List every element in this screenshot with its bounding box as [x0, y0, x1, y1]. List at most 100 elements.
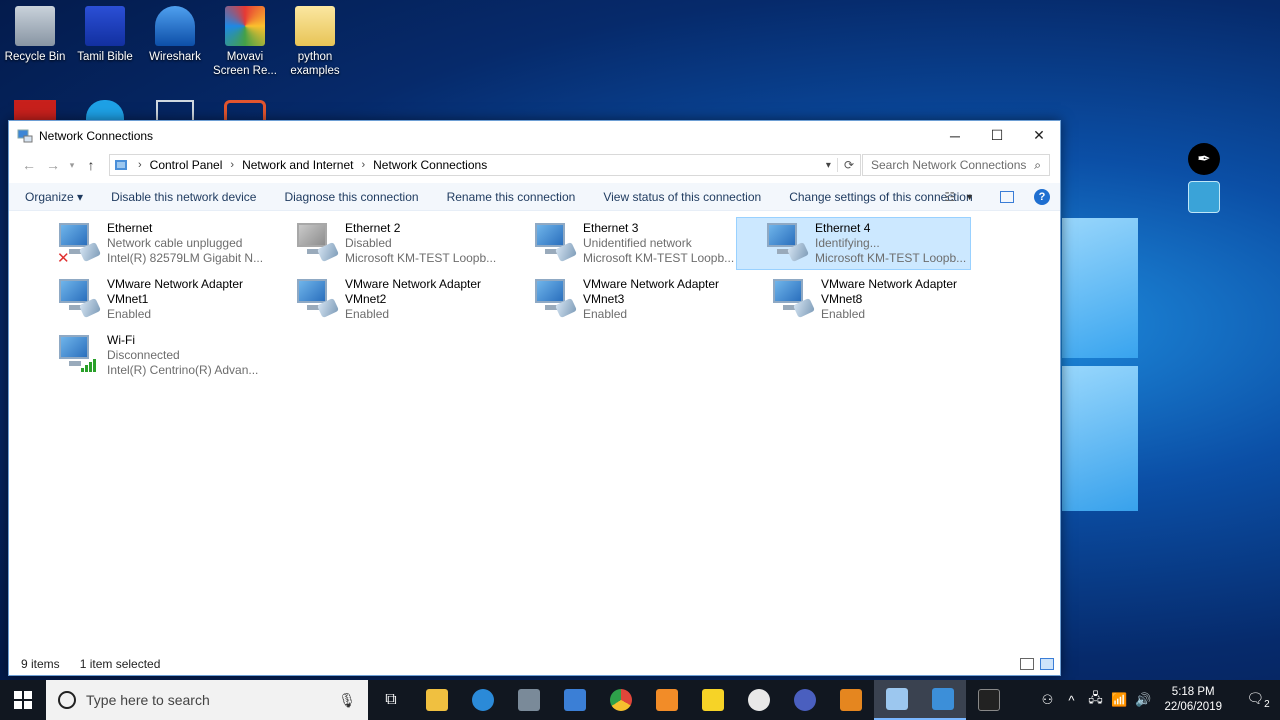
virtualbox-icon[interactable] — [828, 680, 874, 720]
desktop-icon-partial-4[interactable] — [224, 100, 266, 120]
connection-vmnet2[interactable]: VMware Network Adapter VMnet2 Enabled — [289, 274, 524, 327]
breadcrumb-separator: › — [138, 159, 142, 171]
desktop-icon-label: Wireshark — [149, 51, 201, 63]
search-input[interactable]: Search Network Connections ⌕ — [862, 154, 1050, 176]
network-app-icon[interactable] — [874, 680, 920, 720]
ethernet-disconnected-icon: ✕ — [57, 221, 102, 267]
connection-status: Network cable unplugged — [107, 236, 243, 250]
organize-button[interactable]: Organize ▾ — [25, 190, 83, 204]
connection-device: Intel(R) Centrino(R) Advan... — [107, 363, 259, 377]
people-icon[interactable]: ⚇ — [1036, 692, 1058, 708]
edge-icon[interactable] — [460, 680, 506, 720]
desktop-icon-movavi[interactable]: Movavi Screen Re... — [210, 0, 280, 78]
diagnose-button[interactable]: Diagnose this connection — [284, 190, 418, 204]
volume-icon[interactable]: 🔊 — [1132, 692, 1154, 708]
ethernet-icon — [765, 221, 810, 267]
network-connections-window: Network Connections ─ ☐ ✕ ← → ▾ ↑ › Cont… — [8, 120, 1061, 676]
cmd-icon[interactable] — [966, 680, 1012, 720]
minimize-button[interactable]: ─ — [934, 121, 976, 150]
connection-name-line2: VMnet1 — [107, 292, 149, 306]
inkscape-icon[interactable] — [736, 680, 782, 720]
notification-center-icon[interactable]: 🗨2 — [1236, 680, 1280, 720]
photos-icon[interactable] — [506, 680, 552, 720]
connection-ethernet-2[interactable]: Ethernet 2 Disabled Microsoft KM-TEST Lo… — [289, 218, 524, 271]
vmware-adapter-icon — [295, 277, 340, 323]
vmware-adapter-icon — [533, 277, 578, 323]
address-dropdown-icon[interactable]: ▾ — [820, 160, 837, 171]
address-bar[interactable]: › Control Panel › Network and Internet ›… — [109, 154, 861, 176]
screen-tool-icon[interactable] — [1188, 181, 1220, 213]
connection-vmnet8[interactable]: VMware Network Adapter VMnet8 Enabled — [765, 274, 1000, 327]
connection-name: VMware Network Adapter — [821, 277, 958, 291]
breadcrumb-separator: › — [361, 159, 366, 171]
clock[interactable]: 5:18 PM 22/06/2019 — [1164, 685, 1222, 715]
breadcrumb-network-and-internet[interactable]: Network and Internet — [242, 158, 353, 172]
desktop-icon-partial-2[interactable] — [86, 100, 124, 120]
help-icon[interactable]: ? — [1034, 189, 1050, 205]
refresh-icon[interactable]: ⟳ — [836, 158, 860, 172]
forward-arrow-icon[interactable]: → — [41, 153, 65, 177]
desktop-icon-tamil-bible[interactable]: Tamil Bible — [70, 0, 140, 64]
desktop-icon-python-examples[interactable]: python examples — [280, 0, 350, 78]
connection-ethernet-3[interactable]: Ethernet 3 Unidentified network Microsof… — [527, 218, 762, 271]
close-button[interactable]: ✕ — [1018, 121, 1060, 150]
sublime-icon[interactable] — [644, 680, 690, 720]
desktop-icon-label: Movavi Screen Re... — [213, 51, 277, 77]
connection-status: Enabled — [345, 307, 390, 321]
taskbar-search-box[interactable]: Type here to search 🎙 — [46, 680, 368, 720]
desktop-icon-partial-3[interactable] — [156, 100, 194, 120]
connection-ethernet-4[interactable]: Ethernet 4 Identifying... Microsoft KM-T… — [736, 217, 971, 270]
rename-button[interactable]: Rename this connection — [447, 190, 576, 204]
vs-icon[interactable] — [552, 680, 598, 720]
change-view-icon[interactable]: ☷ — [944, 190, 955, 204]
connection-name: Ethernet 2 — [345, 221, 401, 235]
connection-ethernet[interactable]: ✕ Ethernet Network cable unplugged Intel… — [51, 218, 286, 271]
up-arrow-icon[interactable]: ↑ — [79, 153, 103, 177]
recycle-bin-icon — [15, 6, 55, 46]
desktop-icon-wireshark[interactable]: Wireshark — [140, 0, 210, 64]
windows-logo-wallpaper — [1062, 212, 1142, 522]
tiles-view-icon[interactable] — [1040, 658, 1054, 670]
connection-status: Enabled — [583, 307, 628, 321]
connection-name: VMware Network Adapter — [583, 277, 720, 291]
recent-locations-icon[interactable]: ▾ — [65, 153, 79, 177]
pen-tool-icon[interactable]: ✒ — [1188, 143, 1220, 175]
details-view-icon[interactable] — [1020, 658, 1034, 670]
eclipse-icon[interactable] — [782, 680, 828, 720]
breadcrumb-network-connections[interactable]: Network Connections — [373, 158, 487, 172]
notification-count: 2 — [1264, 698, 1270, 710]
microphone-icon[interactable]: 🎙 — [338, 692, 356, 709]
chrome-icon[interactable] — [598, 680, 644, 720]
connection-device: Microsoft KM-TEST Loopb... — [583, 251, 735, 265]
back-arrow-icon[interactable]: ← — [17, 153, 41, 177]
connection-vmnet1[interactable]: VMware Network Adapter VMnet1 Enabled — [51, 274, 286, 327]
connection-device: Microsoft KM-TEST Loopb... — [345, 251, 497, 265]
sticky-notes-icon[interactable] — [690, 680, 736, 720]
vmware-adapter-icon — [57, 277, 102, 323]
maximize-button[interactable]: ☐ — [976, 121, 1018, 150]
preview-pane-icon[interactable] — [1000, 191, 1014, 203]
file-explorer-icon[interactable] — [414, 680, 460, 720]
search-placeholder: Search Network Connections — [871, 158, 1027, 172]
disable-device-button[interactable]: Disable this network device — [111, 190, 256, 204]
start-button[interactable] — [0, 680, 46, 720]
connections-list: ✕ Ethernet Network cable unplugged Intel… — [9, 212, 1060, 655]
control-panel-icon[interactable] — [920, 680, 966, 720]
view-dropdown-icon[interactable]: ▼ — [965, 192, 974, 202]
cortana-icon — [58, 691, 76, 709]
show-hidden-icons-icon[interactable]: ^ — [1060, 693, 1082, 708]
breadcrumb-control-panel[interactable]: Control Panel — [150, 158, 223, 172]
connection-name-line2: VMnet8 — [821, 292, 863, 306]
wifi-tray-icon[interactable]: 📶 — [1108, 692, 1130, 708]
task-view-icon[interactable]: ⧉ — [368, 680, 414, 720]
desktop-icon-partial-1[interactable] — [14, 100, 56, 120]
view-status-button[interactable]: View status of this connection — [603, 190, 761, 204]
connection-vmnet3[interactable]: VMware Network Adapter VMnet3 Enabled — [527, 274, 762, 327]
item-count: 9 items — [21, 657, 60, 671]
movavi-icon — [225, 6, 265, 46]
desktop-icon-label: Tamil Bible — [77, 51, 133, 63]
desktop-icon-recycle-bin[interactable]: Recycle Bin — [0, 0, 70, 64]
selection-count: 1 item selected — [79, 657, 161, 671]
network-tray-icon[interactable]: 🖧 — [1084, 689, 1106, 711]
connection-wifi[interactable]: Wi-Fi Disconnected Intel(R) Centrino(R) … — [51, 330, 286, 383]
